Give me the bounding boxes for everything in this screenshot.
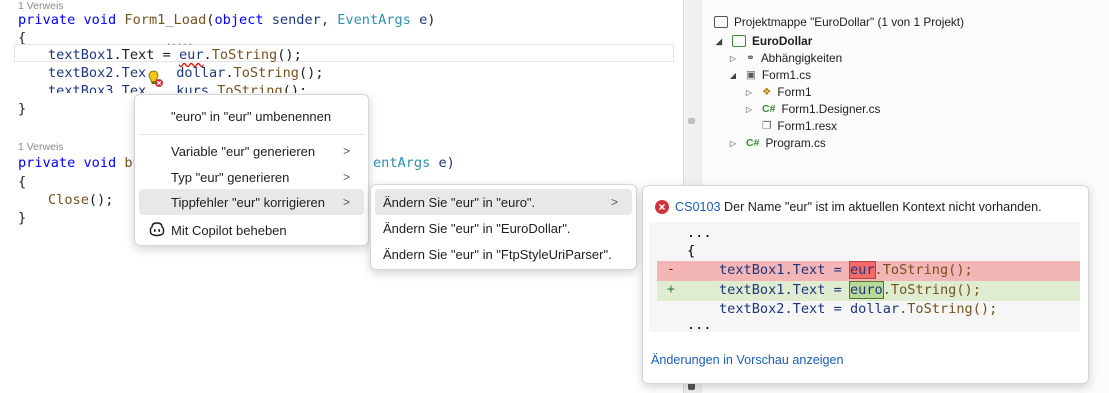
chevron-right-icon: > (610, 195, 618, 209)
diff-preview: ... { - textBox1.Text = eur.ToString(); … (649, 222, 1080, 333)
code-lens-references[interactable]: 1 Verweis (18, 0, 64, 12)
brace-open: { (18, 174, 27, 190)
form1-load-signature: private void Form1_Load(object sender, E… (18, 12, 436, 28)
diff-added-line: + textBox1.Text = euro.ToString(); (657, 281, 1080, 301)
class-icon: ❖ (762, 86, 772, 98)
scroll-marker (688, 118, 695, 124)
collapsed-icon[interactable]: ▷ (744, 105, 754, 114)
expanded-icon[interactable]: ◢ (728, 71, 738, 80)
chevron-right-icon: > (342, 195, 350, 209)
csharp-file-icon: C# (762, 103, 776, 115)
diff-removed-line: - textBox1.Text = eur.ToString(); (657, 261, 1080, 281)
resource-file-icon: ❐ (762, 120, 772, 132)
csharp-project-icon (732, 35, 746, 47)
submenu-item-ftpstyleuriparser[interactable]: Ändern Sie "eur" in "FtpStyleUriParser". (375, 241, 632, 267)
tree-item-form1-cs[interactable]: ◢ ▣ Form1.cs (728, 68, 811, 82)
fix-preview-panel: CS0103 Der Name "eur" ist im aktuellen K… (642, 185, 1089, 384)
code-line-textbox2: textBox2.Tex dollar.ToString(); (48, 65, 324, 81)
dependencies-icon: ⚭ (746, 52, 755, 64)
diff-ellipsis: ... (687, 225, 712, 241)
button-click-signature: private void bu (18, 155, 141, 171)
error-code-link[interactable]: CS0103 (675, 200, 721, 214)
collapsed-icon[interactable]: ▷ (728, 139, 738, 148)
csharp-file-icon: C# (746, 137, 760, 149)
diff-ellipsis: ... (687, 317, 712, 333)
tree-item-dependencies[interactable]: ▷ ⚭ Abhängigkeiten (728, 51, 842, 65)
tree-item-form1-resx[interactable]: ❐ Form1.resx (762, 119, 837, 133)
menu-separator (139, 134, 364, 135)
solution-node[interactable]: Projektmappe "EuroDollar" (1 von 1 Proje… (714, 15, 964, 29)
preview-changes-link[interactable]: Änderungen in Vorschau anzeigen (651, 353, 844, 367)
error-icon (655, 200, 669, 219)
collapsed-icon[interactable]: ▷ (744, 88, 754, 97)
copilot-icon (149, 221, 165, 240)
chevron-right-icon: > (342, 170, 350, 184)
quick-actions-menu: "euro" in "eur" umbenennen Variable "eur… (134, 94, 369, 246)
chevron-right-icon: > (342, 144, 350, 158)
error-message: CS0103 Der Name "eur" ist im aktuellen K… (675, 200, 1042, 214)
menu-item-fix-typo[interactable]: Tippfehler "eur" korrigieren > (139, 189, 364, 215)
collapsed-icon[interactable]: ▷ (728, 54, 738, 63)
tree-item-form1-designer[interactable]: ▷ C# Form1.Designer.cs (744, 102, 881, 116)
project-node[interactable]: ◢ EuroDollar (714, 34, 812, 48)
menu-item-copilot-fix[interactable]: Mit Copilot beheben (139, 217, 364, 243)
tree-item-program-cs[interactable]: ▷ C# Program.cs (728, 136, 826, 150)
diff-brace: { (687, 243, 696, 259)
menu-item-generate-type[interactable]: Typ "eur" generieren > (139, 164, 364, 190)
button-click-signature-tail: entArgs e) (373, 155, 455, 171)
form-icon: ▣ (746, 69, 756, 81)
brace-close: } (18, 101, 27, 117)
submenu-item-eurodollar[interactable]: Ändern Sie "eur" in "EuroDollar". (375, 215, 632, 241)
menu-item-generate-variable[interactable]: Variable "eur" generieren > (139, 138, 364, 164)
solution-icon (714, 16, 728, 28)
tree-item-form1-class[interactable]: ▷ ❖ Form1 (744, 85, 812, 99)
expanded-icon[interactable]: ◢ (714, 37, 724, 46)
brace-close: } (18, 210, 27, 226)
menu-item-rename[interactable]: "euro" in "eur" umbenennen (139, 103, 364, 129)
code-line-close: Close(); (48, 192, 114, 208)
typo-fix-submenu: Ändern Sie "eur" in "euro". > Ändern Sie… (370, 184, 637, 270)
code-lens-references[interactable]: 1 Verweis (18, 141, 64, 153)
code-line-textbox1[interactable]: textBox1.Text = eur.ToString(); (48, 47, 302, 63)
error-token-eur[interactable]: eur (179, 47, 204, 63)
submenu-item-euro[interactable]: Ändern Sie "eur" in "euro". > (375, 189, 632, 215)
